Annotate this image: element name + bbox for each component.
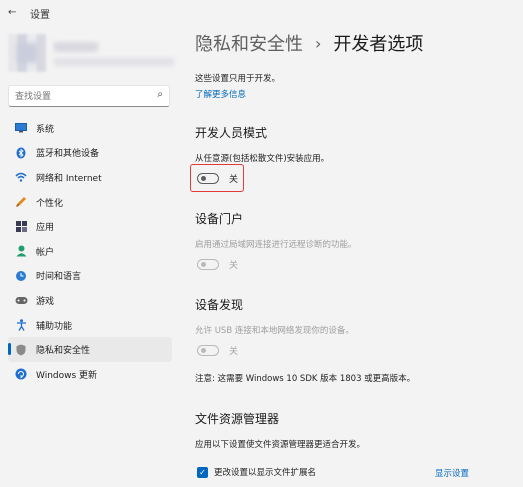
- sidebar-item-label: Windows 更新: [36, 370, 98, 381]
- user-profile[interactable]: [8, 34, 178, 74]
- section-title-device-portal: 设备门户: [195, 212, 244, 226]
- brush-icon: [14, 195, 28, 209]
- gamepad-icon: [14, 293, 28, 307]
- sidebar-nav: 系统 蓝牙和其他设备 网络和 Internet 个性化 应用 帐户 时间和语言 …: [8, 116, 172, 387]
- bluetooth-icon: [14, 146, 28, 160]
- sidebar-item-apps[interactable]: 应用: [8, 214, 172, 239]
- search-input[interactable]: [13, 88, 147, 106]
- section-title-file-explorer: 文件资源管理器: [195, 412, 280, 426]
- sidebar-item-privacy-security[interactable]: 隐私和安全性: [8, 337, 172, 362]
- section-title-device-discovery: 设备发现: [195, 298, 244, 312]
- update-icon: [14, 367, 28, 381]
- sidebar-item-windows-update[interactable]: Windows 更新: [8, 362, 172, 387]
- main-content: 隐私和安全性 › 开发者选项 这些设置只用于开发。 了解更多信息 开发人员模式 …: [195, 0, 515, 487]
- breadcrumb: 隐私和安全性 › 开发者选项: [195, 30, 423, 56]
- sidebar-item-system[interactable]: 系统: [8, 116, 172, 141]
- sidebar-item-label: 隐私和安全性: [36, 346, 91, 357]
- show-settings-link[interactable]: 显示设置: [435, 467, 469, 479]
- device-discovery-toggle: [197, 345, 219, 356]
- sidebar-item-label: 个性化: [36, 198, 64, 209]
- globe-clock-icon: [14, 269, 28, 283]
- sidebar-item-label: 辅助功能: [36, 321, 73, 332]
- device-portal-toggle-label: 关: [229, 261, 239, 271]
- sidebar-item-network[interactable]: 网络和 Internet: [8, 165, 172, 190]
- window-title: 设置: [30, 10, 50, 21]
- sidebar-item-label: 时间和语言: [36, 272, 82, 283]
- device-portal-toggle: [197, 259, 219, 270]
- file-explorer-description: 应用以下设置使文件资源管理器更适合开发。: [195, 440, 366, 450]
- sidebar-item-gaming[interactable]: 游戏: [8, 288, 172, 313]
- search-box[interactable]: ⌕: [8, 85, 170, 107]
- device-discovery-toggle-row: 关: [197, 344, 238, 357]
- file-extension-checkbox[interactable]: ✓: [197, 466, 208, 478]
- sdk-note: 注意: 这需要 Windows 10 SDK 版本 1803 或更高版本。: [195, 374, 416, 384]
- sidebar-item-personalization[interactable]: 个性化: [8, 190, 172, 215]
- file-extension-checkbox-row[interactable]: ✓ 更改设置以显示文件扩展名: [197, 466, 316, 478]
- avatar: [8, 34, 46, 72]
- wifi-icon: [14, 170, 28, 184]
- breadcrumb-parent[interactable]: 隐私和安全性: [195, 30, 303, 56]
- blurred-user-name: [54, 42, 98, 52]
- dev-mode-description: 从任意源(包括松散文件)安装应用。: [195, 154, 330, 164]
- learn-more-link[interactable]: 了解更多信息: [195, 88, 246, 100]
- sidebar-item-label: 蓝牙和其他设备: [36, 149, 100, 160]
- device-discovery-description: 允许 USB 连接和本地网络发现你的设备。: [195, 326, 354, 336]
- section-title-dev-mode: 开发人员模式: [195, 126, 268, 140]
- device-discovery-toggle-label: 关: [229, 347, 239, 357]
- blurred-user-email: [54, 58, 174, 66]
- checkmark-icon: ✓: [199, 467, 206, 477]
- highlight-box: [190, 164, 244, 192]
- accessibility-icon: [14, 318, 28, 332]
- intro-text: 这些设置只用于开发。: [195, 74, 281, 84]
- sidebar-item-label: 应用: [36, 223, 55, 234]
- sidebar-item-label: 系统: [36, 124, 55, 135]
- sidebar-item-bluetooth[interactable]: 蓝牙和其他设备: [8, 141, 172, 166]
- sidebar-item-label: 游戏: [36, 296, 55, 307]
- sidebar-item-time-language[interactable]: 时间和语言: [8, 264, 172, 289]
- device-portal-description: 启用通过局域网连接进行远程诊断的功能。: [195, 240, 357, 250]
- shield-icon: [14, 343, 28, 357]
- monitor-icon: [14, 121, 28, 135]
- back-arrow-icon[interactable]: ←: [8, 7, 16, 18]
- sidebar-item-accounts[interactable]: 帐户: [8, 239, 172, 264]
- apps-icon: [14, 220, 28, 234]
- person-icon: [14, 244, 28, 258]
- sidebar-item-accessibility[interactable]: 辅助功能: [8, 313, 172, 338]
- breadcrumb-separator: ›: [315, 33, 322, 53]
- sidebar-item-label: 网络和 Internet: [36, 173, 102, 184]
- file-extension-checkbox-label: 更改设置以显示文件扩展名: [214, 468, 317, 478]
- search-icon[interactable]: ⌕: [157, 89, 163, 100]
- sidebar-item-label: 帐户: [36, 247, 55, 258]
- page-title: 开发者选项: [333, 34, 424, 55]
- device-portal-toggle-row: 关: [197, 258, 238, 271]
